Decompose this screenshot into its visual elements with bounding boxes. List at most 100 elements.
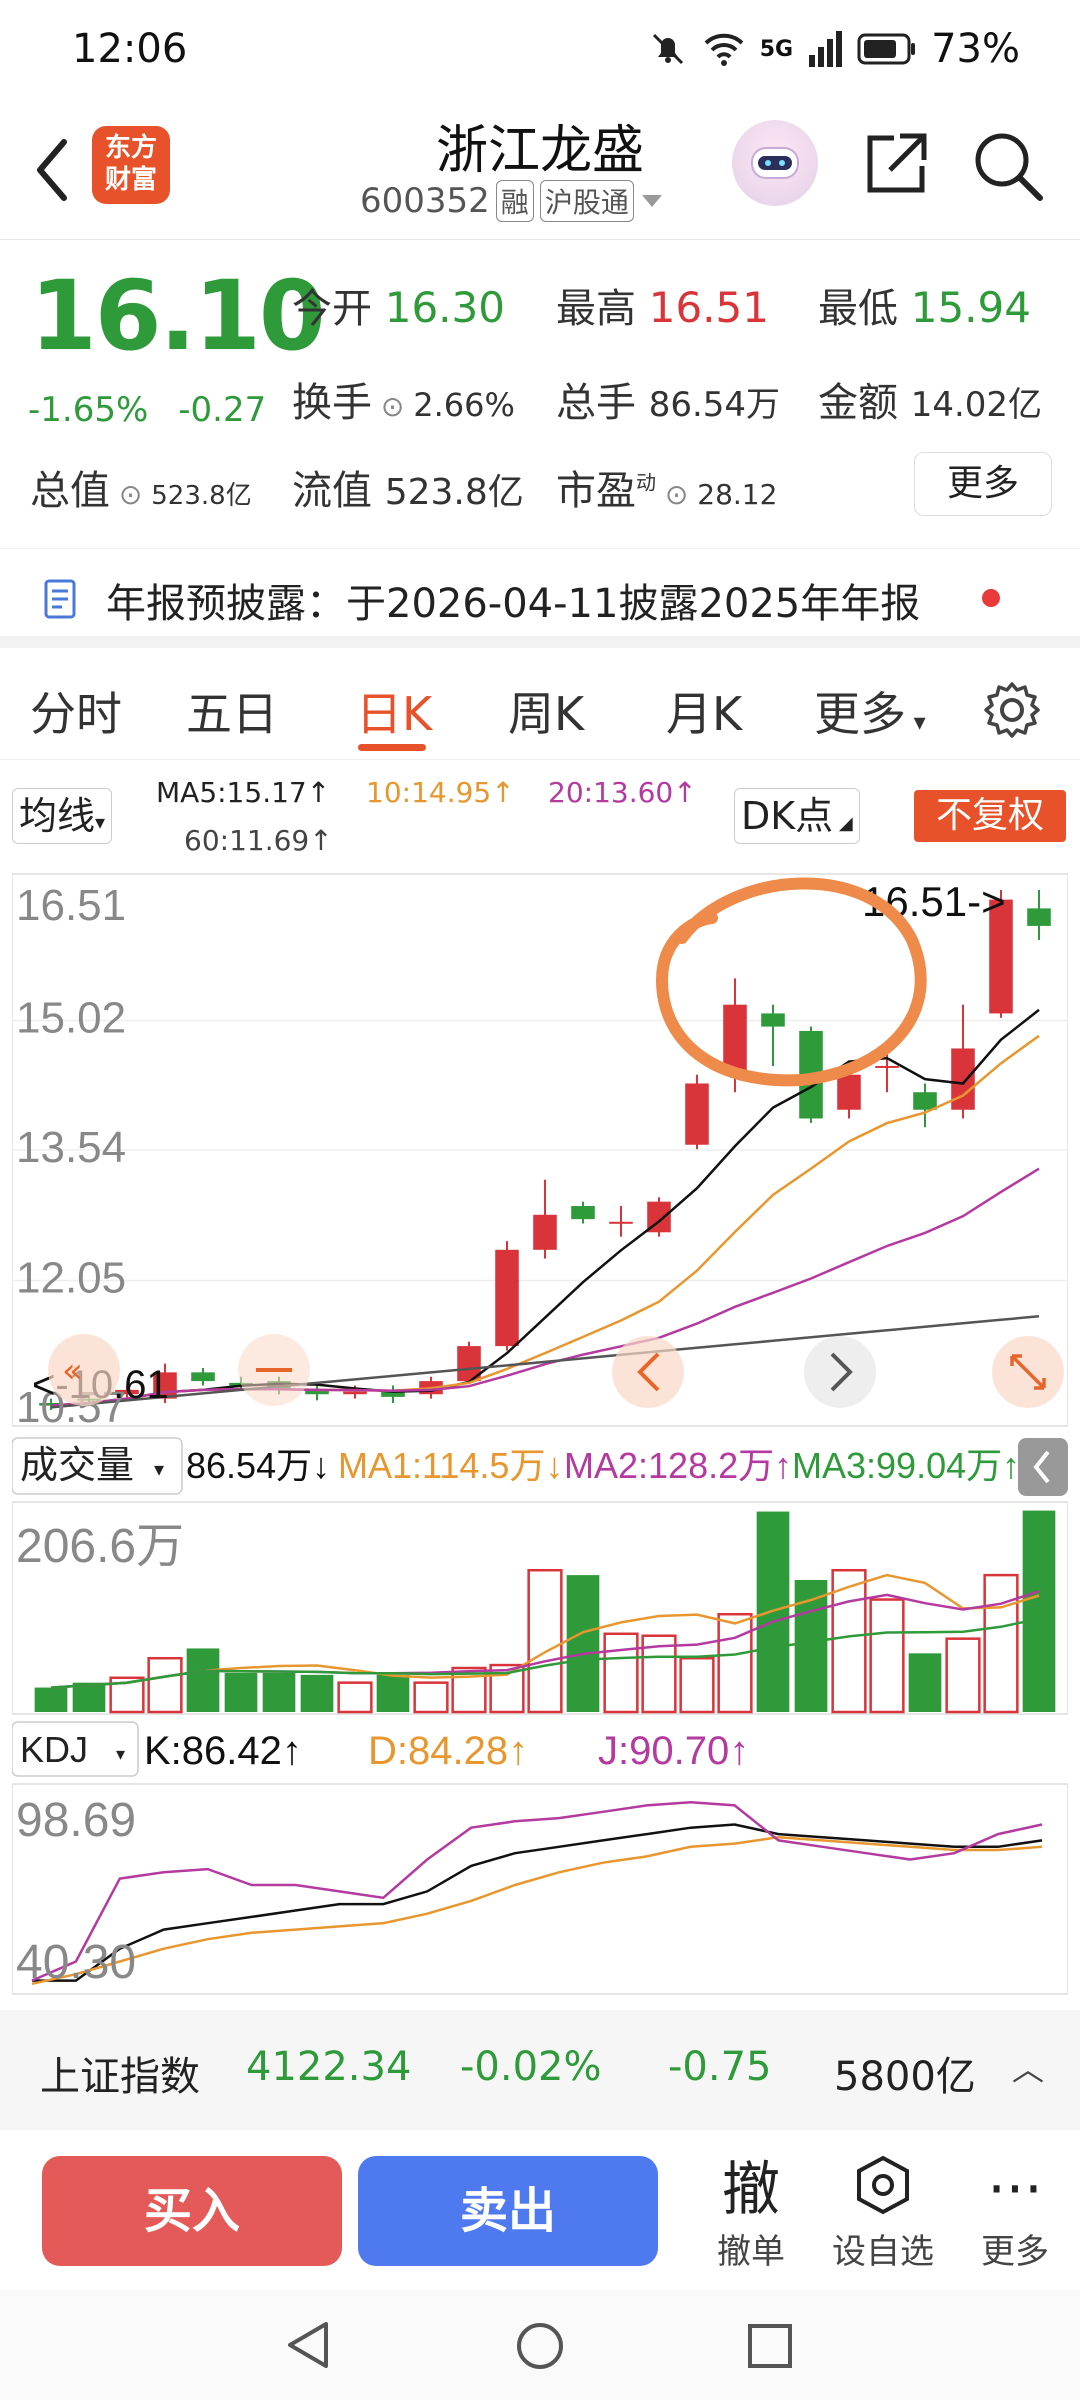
candle-body <box>875 1065 899 1068</box>
kdj-d: D:84.28↑ <box>368 1729 528 1773</box>
volume-bar <box>983 1573 1019 1714</box>
nav-home-icon[interactable] <box>514 2320 566 2372</box>
kline-chart[interactable]: 16.5115.0213.5412.0510.57 16.51-> <-10.6… <box>12 870 1068 2010</box>
price-axis-label: 16.51 <box>16 881 126 930</box>
info-icon: ⊙ <box>110 478 152 511</box>
unread-dot <box>982 589 1000 607</box>
volume-field: 总手 86.54万 <box>556 380 781 426</box>
network-type: 5G <box>759 36 794 62</box>
volume-bar <box>186 1648 220 1712</box>
tab-intraday[interactable]: 分时 <box>30 678 122 744</box>
more-quote-button[interactable]: 更多 <box>914 452 1052 516</box>
stock-code-line: 600352 融 沪股通 <box>360 180 664 222</box>
candle-body <box>685 1083 709 1145</box>
ma60-value: 60:11.69↑ <box>184 824 333 857</box>
kdj-selector: KDJ <box>20 1729 88 1770</box>
kdj-axis-min: 40.30 <box>16 1936 136 1989</box>
volume-bar <box>413 1681 449 1714</box>
status-icons: 5G 73% <box>648 26 1020 72</box>
ellipsis-icon: ··· <box>987 2155 1043 2223</box>
volume-selector: 成交量 <box>20 1445 134 1487</box>
margin-tag: 融 <box>495 180 534 222</box>
sell-button[interactable]: 卖出 <box>358 2156 658 2266</box>
tab-daily-k[interactable]: 日K <box>356 678 432 744</box>
volume-bar <box>147 1656 183 1714</box>
candle-body <box>571 1206 595 1220</box>
index-name: 上证指数 <box>40 2054 200 2100</box>
kdj-k: K:86.42↑ <box>144 1729 302 1773</box>
watchlist-hexagon-icon <box>857 2155 909 2215</box>
candle-body <box>343 1391 367 1395</box>
volume-ma3: MA3:99.04万↑ <box>792 1445 1020 1486</box>
expand-chevron-icon[interactable]: ︿ <box>1012 2044 1044 2090</box>
volume-bar <box>224 1672 258 1712</box>
settings-gear-icon[interactable] <box>980 678 1044 742</box>
stock-code: 600352 <box>360 181 490 221</box>
volume-selector-caret-icon: ▾ <box>154 1457 164 1481</box>
search-icon[interactable] <box>970 128 1046 204</box>
ma10-value: 10:14.95↑ <box>366 776 515 809</box>
volume-bar <box>603 1632 639 1714</box>
scroll-left-button <box>612 1336 684 1408</box>
trade-bar: 买入 卖出 撤 撤单 设自选 ··· 更多 <box>0 2130 1080 2290</box>
change-percent: -1.65% <box>28 390 149 430</box>
annual-report-notice[interactable]: 年报预披露：于2026-04-11披露2025年年报 <box>0 548 1080 648</box>
signal-icon <box>809 31 843 67</box>
tab-weekly-k[interactable]: 周K <box>508 678 584 744</box>
caret-down-icon[interactable] <box>640 191 664 211</box>
price-change: -1.65% -0.27 <box>28 390 266 430</box>
cancel-order-button[interactable]: 撤 撤单 <box>696 2154 806 2273</box>
fullscreen-expand-button <box>992 1336 1064 1408</box>
more-actions-button[interactable]: ··· 更多 <box>960 2154 1070 2273</box>
status-time: 12:06 <box>72 26 188 72</box>
index-change: -0.75 <box>668 2044 772 2090</box>
connect-tag: 沪股通 <box>539 180 634 222</box>
zoom-out-button <box>238 1334 310 1406</box>
kdj-panel-frame <box>12 1783 1068 1995</box>
info-icon: ⊙ <box>372 390 414 423</box>
no-adjust-button[interactable]: 不复权 <box>914 790 1066 842</box>
pe-field: 市盈动 ⊙ 28.12 <box>556 468 778 514</box>
add-watchlist-button[interactable]: 设自选 <box>828 2154 938 2273</box>
buy-button[interactable]: 买入 <box>42 2156 342 2266</box>
candle-body <box>191 1372 215 1382</box>
period-tabs: 分时 五日 日K 周K 月K 更多 ▾ <box>0 660 1080 760</box>
robot-assistant-avatar[interactable] <box>732 120 818 206</box>
volume-bar <box>869 1598 905 1714</box>
tab-monthly-k[interactable]: 月K <box>666 678 742 744</box>
volume-bar <box>908 1653 942 1712</box>
index-ticker-bar[interactable]: 上证指数 4122.34 -0.02% -0.75 5800亿 ︿ <box>0 2010 1080 2130</box>
rewind-fast-button: « <box>48 1334 120 1406</box>
volume-bar <box>717 1612 753 1714</box>
volume-ma1: MA1:114.5万↓ <box>338 1445 563 1486</box>
turnover-field: 换手 ⊙ 2.66% <box>292 380 515 426</box>
nav-recents-icon[interactable] <box>746 2322 794 2370</box>
kdj-axis-max: 98.69 <box>16 1794 136 1847</box>
open-field: 今开 16.30 <box>292 283 505 332</box>
price-axis-label: 15.02 <box>16 993 126 1042</box>
kdj-lines <box>31 1800 1043 1986</box>
share-icon[interactable] <box>860 128 932 200</box>
nav-back-icon[interactable] <box>282 2318 332 2372</box>
document-icon <box>44 579 76 619</box>
price-axis-label: 12.05 <box>16 1253 126 1302</box>
change-amount: -0.27 <box>178 390 267 430</box>
volume-bar <box>300 1674 334 1712</box>
ma-selector[interactable]: 均线▾ <box>12 788 113 844</box>
notice-text: 年报预披露：于2026-04-11披露2025年年报 <box>106 581 921 627</box>
candle-body <box>1027 908 1051 926</box>
info-icon: ⊙ <box>656 478 698 511</box>
dk-point-button[interactable]: DK点 ◢ <box>734 788 860 844</box>
volume-bar <box>527 1568 563 1714</box>
candle-body <box>761 1013 785 1027</box>
index-turnover: 5800亿 <box>834 2054 976 2100</box>
kdj-j-line <box>31 1800 1043 1982</box>
low-field: 最低 15.94 <box>818 283 1031 332</box>
candle-body <box>609 1221 633 1224</box>
scroll-right-button <box>804 1336 876 1408</box>
tab-five-day[interactable]: 五日 <box>186 678 278 744</box>
market-cap-field: 总值 ⊙ 523.8亿 <box>30 468 252 514</box>
volume-bar <box>566 1575 600 1712</box>
tab-more[interactable]: 更多 ▾ <box>814 678 926 744</box>
volume-bar <box>1022 1510 1056 1712</box>
